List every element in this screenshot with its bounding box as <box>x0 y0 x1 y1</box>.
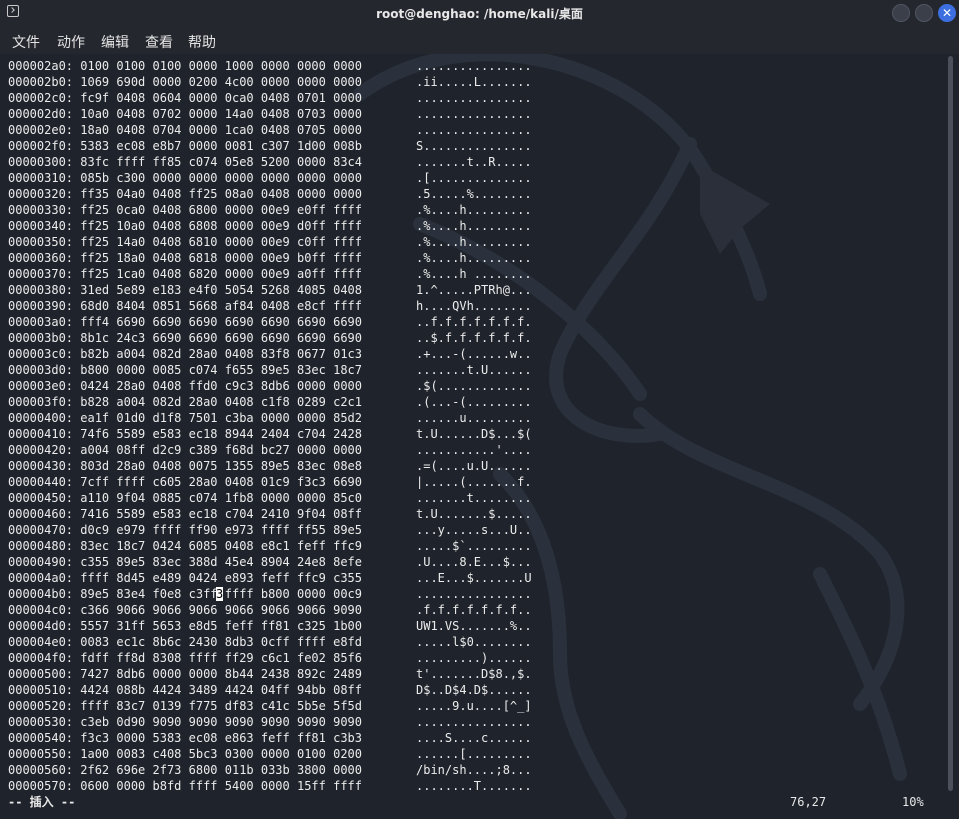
menu-bar: 文件 动作 编辑 查看 帮助 <box>0 26 959 54</box>
minimize-button[interactable] <box>892 4 910 22</box>
terminal-area[interactable]: 000002a0: 0100 0100 0100 0000 1000 0000 … <box>0 54 959 819</box>
close-icon: ✕ <box>941 6 953 20</box>
menu-action[interactable]: 动作 <box>57 32 85 52</box>
close-button[interactable]: ✕ <box>938 4 956 22</box>
vim-status-line: -- 插入 -- 76,27 10% <box>8 792 938 812</box>
title-bar: root@denghao: /home/kali/桌面 ✕ <box>0 0 959 27</box>
insert-mode-indicator: -- 插入 -- <box>8 795 76 809</box>
scrollbar[interactable] <box>948 56 953 791</box>
cursor-position: 76,27 <box>790 795 827 809</box>
menu-edit[interactable]: 编辑 <box>101 32 129 52</box>
menu-file[interactable]: 文件 <box>12 32 40 52</box>
menu-help[interactable]: 帮助 <box>188 32 216 52</box>
window-title: root@denghao: /home/kali/桌面 <box>376 7 583 21</box>
cursor-char: 3 <box>216 587 224 601</box>
maximize-button[interactable] <box>915 4 933 22</box>
scroll-percent: 10% <box>902 795 924 809</box>
menu-view[interactable]: 查看 <box>145 32 173 52</box>
